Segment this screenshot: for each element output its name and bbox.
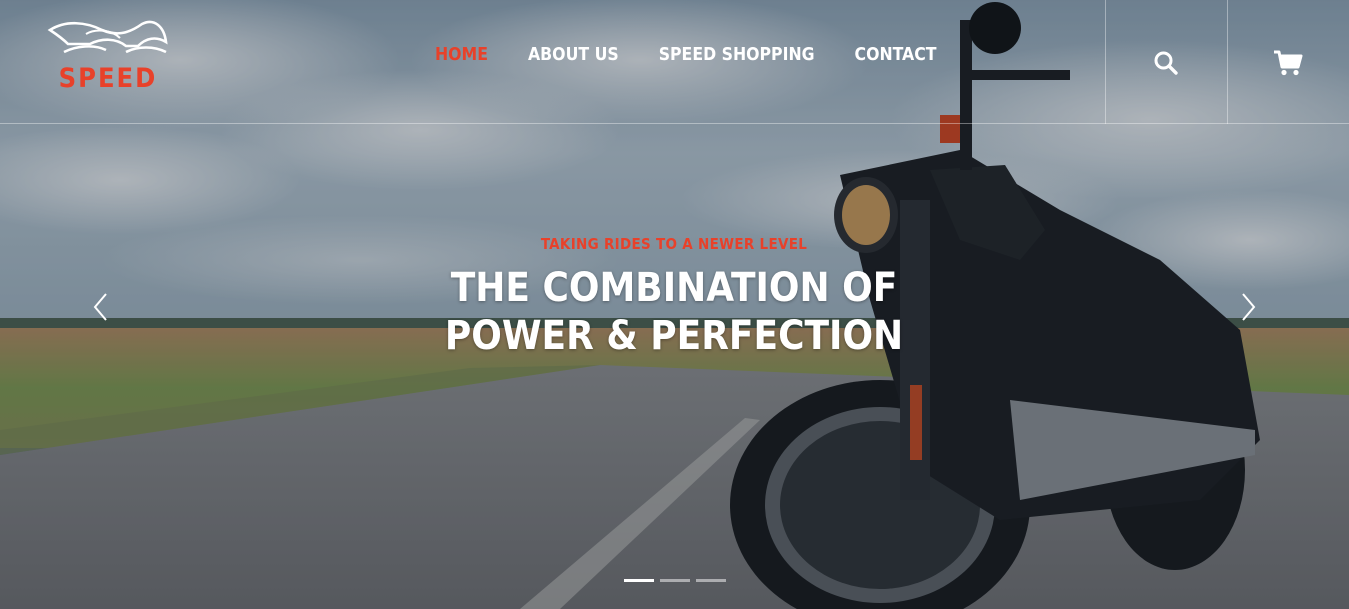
search-button[interactable] — [1147, 44, 1185, 82]
hero-slide-caption: TAKING RIDES TO A NEWER LEVEL THE COMBIN… — [374, 232, 974, 360]
nav-item-about-us[interactable]: ABOUT US — [518, 40, 629, 70]
brand-logo[interactable]: SPEED — [46, 16, 170, 98]
search-icon — [1154, 51, 1178, 75]
slide-kicker: TAKING RIDES TO A NEWER LEVEL — [540, 235, 808, 253]
shopping-cart-icon — [1274, 50, 1303, 76]
header-divider — [1227, 0, 1228, 124]
brand-name: SPEED — [58, 63, 158, 94]
slide-headline-line-1: THE COMBINATION OF — [450, 265, 898, 311]
motorbike-logo-icon — [47, 20, 168, 54]
slide-headline: THE COMBINATION OF POWER & PERFECTION — [374, 264, 974, 360]
main-nav: HOME ABOUT US SPEED SHOPPING CONTACT — [425, 40, 967, 70]
site-header: SPEED HOME ABOUT US SPEED SHOPPING CONTA… — [0, 0, 1349, 124]
chevron-right-icon — [1242, 293, 1256, 321]
nav-item-contact[interactable]: CONTACT — [845, 40, 947, 70]
nav-item-speed-shopping[interactable]: SPEED SHOPPING — [649, 40, 825, 70]
carousel-next-button[interactable] — [1236, 290, 1260, 324]
chevron-left-icon — [93, 293, 107, 321]
header-divider — [1105, 0, 1106, 124]
carousel-dot-2[interactable] — [660, 579, 690, 582]
carousel-prev-button[interactable] — [89, 290, 113, 324]
carousel-dot-3[interactable] — [696, 579, 726, 582]
cart-button[interactable] — [1269, 44, 1307, 82]
slide-headline-line-2: POWER & PERFECTION — [444, 313, 904, 359]
carousel-indicators — [624, 579, 732, 585]
carousel-dot-1[interactable] — [624, 579, 654, 582]
nav-item-home[interactable]: HOME — [425, 40, 498, 70]
